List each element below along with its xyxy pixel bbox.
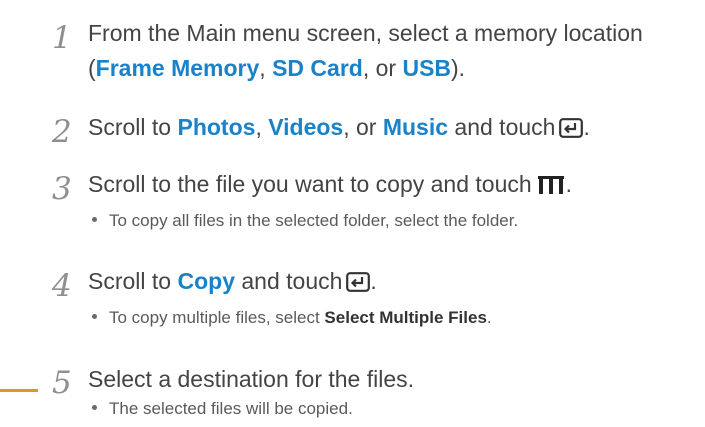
step-text: Scroll to the file you want to copy and … (88, 167, 572, 204)
step-text: From the Main menu screen, select a memo… (88, 20, 643, 46)
frame-memory-option: Frame Memory (95, 55, 260, 81)
step-text-line2: (Frame Memory, SD Card, or USB). (88, 55, 466, 81)
step-number: 4 (52, 268, 72, 304)
step-note: The selected files will be copied. (92, 397, 353, 421)
step-note: To copy all files in the selected folder… (92, 209, 518, 233)
step-text: Scroll to Copy and touch. (88, 264, 377, 301)
photos-option: Photos (177, 114, 256, 140)
bullet-dot (92, 405, 97, 411)
bullet-dot (92, 314, 97, 320)
step-number: 2 (52, 114, 72, 150)
select-multiple-files-option: Select Multiple Files (324, 308, 487, 327)
music-option: Music (382, 114, 449, 140)
current-step-marker (0, 389, 38, 392)
videos-option: Videos (268, 114, 344, 140)
step-text: Scroll to Photos, Videos, or Music and t… (88, 110, 590, 147)
step-text: Select a destination for the files. (88, 366, 415, 392)
step-note: To copy multiple files, select Select Mu… (92, 306, 492, 330)
step-number: 3 (52, 171, 72, 207)
enter-icon (559, 113, 584, 147)
enter-icon (346, 267, 371, 301)
usb-option: USB (402, 55, 452, 81)
step-number: 5 (52, 365, 72, 401)
sd-card-option: SD Card (272, 55, 363, 81)
step-number: 1 (52, 20, 72, 56)
bullet-dot (92, 217, 97, 223)
menu-icon (536, 170, 566, 204)
copy-option: Copy (177, 268, 235, 294)
